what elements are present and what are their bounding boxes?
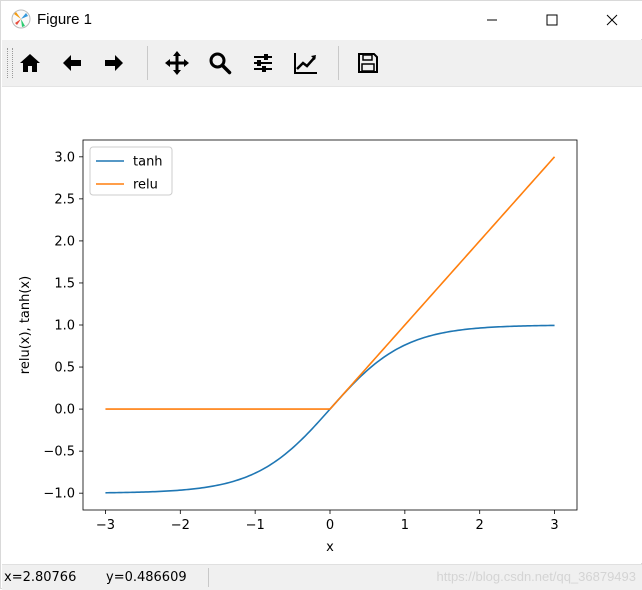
plot-area[interactable]: −3 −2 −1 0 1 2 3−1.0−0.50.00.51.01.52.02.53.0 … (2, 87, 642, 563)
y-tick-label: −0.5 (43, 445, 75, 460)
x-tick-label: 1 (401, 518, 409, 533)
minimize-icon (487, 19, 497, 21)
minimize-button[interactable] (469, 1, 515, 39)
legend-label-relu: relu (133, 178, 158, 193)
cursor-x-readout: x=2.80766 (4, 570, 77, 585)
close-icon (606, 14, 618, 26)
forward-arrow-icon (105, 55, 123, 71)
forward-button[interactable] (94, 43, 134, 83)
y-axis-label: relu(x), tanh(x) (18, 276, 33, 374)
y-tick-label: 2.5 (54, 192, 75, 207)
edit-axis-button[interactable] (286, 43, 326, 83)
x-tick-label: −3 (96, 518, 115, 533)
home-icon (20, 54, 40, 72)
edit-axis-icon (294, 53, 317, 74)
x-axis-label: x (326, 540, 334, 555)
toolbar-separator (338, 46, 339, 80)
zoom-magnifier-icon (209, 52, 232, 75)
y-tick-label: 1.0 (54, 319, 75, 334)
legend-label-tanh: tanh (133, 155, 163, 170)
pan-move-icon (165, 51, 189, 75)
save-floppy-icon (358, 53, 378, 73)
x-tick-label: 3 (550, 518, 558, 533)
navigation-toolbar (2, 40, 642, 87)
zoom-button[interactable] (200, 43, 240, 83)
maximize-icon (546, 14, 558, 26)
pan-button[interactable] (157, 43, 197, 83)
back-button[interactable] (52, 43, 92, 83)
y-tick-label: 2.0 (54, 234, 75, 249)
home-button[interactable] (10, 43, 50, 83)
back-arrow-icon (63, 55, 81, 71)
y-tick-label: 3.0 (54, 150, 75, 165)
status-separator (208, 568, 209, 587)
y-tick-label: 1.5 (54, 276, 75, 291)
x-tick-label: 0 (326, 518, 334, 533)
title-bar[interactable]: Figure 1 (1, 1, 642, 39)
y-tick-label: 0.0 (54, 403, 75, 418)
maximize-button[interactable] (529, 1, 575, 39)
matplotlib-logo-icon (11, 9, 31, 29)
watermark-text: https://blog.csdn.net/qq_36879493 (436, 569, 637, 584)
y-tick-label: 0.5 (54, 361, 75, 376)
x-tick-label: −1 (246, 518, 265, 533)
toolbar-separator (147, 46, 148, 80)
cursor-y-readout: y=0.486609 (106, 570, 187, 585)
status-bar: x=2.80766 y=0.486609 https://blog.csdn.n… (2, 564, 642, 590)
window-title: Figure 1 (37, 11, 93, 28)
x-tick-label: 2 (476, 518, 484, 533)
configure-subplots-button[interactable] (243, 43, 283, 83)
configure-subplots-icon (254, 54, 272, 72)
figure-window: Figure 1 −3 −2 −1 0 1 2 3 −1.0 −0.5 0.0 … (0, 0, 642, 590)
figure-canvas[interactable]: −3 −2 −1 0 1 2 3 −1.0 −0.5 0.0 0.5 1.0 1.5 2.0 2.5 3.0 … (2, 87, 642, 563)
x-tick-label: −2 (171, 518, 190, 533)
y-tick-label: −1.0 (43, 487, 75, 502)
save-button[interactable] (348, 43, 388, 83)
close-button[interactable] (589, 1, 635, 39)
